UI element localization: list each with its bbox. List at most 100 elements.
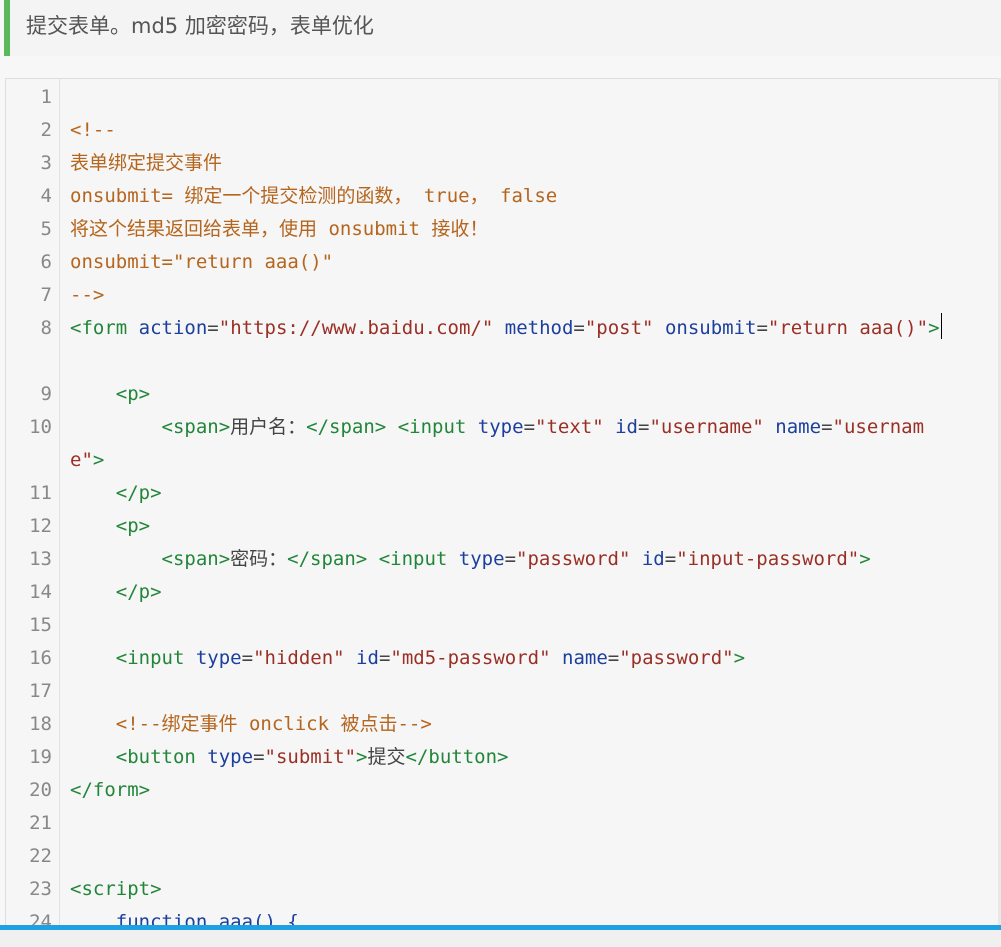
code-text: <p> [70, 510, 950, 543]
code-line: 21 [6, 807, 1001, 840]
code-text: <span>用户名：</span> <input type="text" id=… [70, 411, 950, 477]
code-token-str: "text" [535, 416, 604, 438]
code-text: <!--绑定事件 onclick 被点击--> [70, 708, 950, 741]
line-number: 5 [40, 218, 52, 240]
code-text: --> [70, 279, 950, 312]
code-line: 20 </form> [6, 774, 1001, 807]
code-token-comment: onsubmit= 绑定一个提交检测的函数， true， false [70, 185, 558, 207]
code-token-text: = [821, 416, 833, 438]
code-text: <span>密码：</span> <input type="password" … [70, 543, 950, 576]
line-number: 7 [40, 284, 52, 306]
code-token-tag: > [92, 449, 105, 471]
code-lines: 1 2 <!-- 3 表单绑定提交事件 4 onsubmit= 绑定一个提交检测的函数， t… [6, 81, 1001, 930]
line-number: 1 [40, 86, 52, 108]
code-token-tag: </form> [70, 779, 151, 801]
code-token-attr: method [504, 317, 574, 339]
code-block[interactable]: 1 2 <!-- 3 表单绑定提交事件 4 onsubmit= 绑定一个提交检测的函数， t… [5, 78, 1001, 931]
code-token-comment: 将这个结果返回给表单，使用 onsubmit 接收！ [70, 218, 489, 240]
line-number: 21 [29, 812, 52, 834]
code-line: 3 表单绑定提交事件 [6, 147, 1001, 180]
code-token-text: = [207, 317, 219, 339]
line-number: 10 [29, 416, 52, 438]
code-token-tag: <script> [70, 878, 162, 900]
line-number: 15 [29, 614, 52, 636]
code-token-attr: type [458, 548, 505, 570]
code-token-text: 密码： [230, 548, 288, 570]
line-number: 11 [29, 482, 52, 504]
code-token-str: "return aaa()" [767, 317, 929, 339]
line-number: 2 [40, 119, 52, 141]
code-token-tag: <p> [115, 515, 151, 537]
line-number: 19 [29, 746, 52, 768]
code-token-text: = [638, 416, 650, 438]
line-number: 9 [40, 383, 52, 405]
section-heading: 提交表单。md5 加密密码，表单优化 [4, 0, 1001, 56]
code-token-str: "username" [649, 416, 764, 438]
code-token-attr: onsubmit [664, 317, 757, 339]
code-token-str: "password" [619, 647, 734, 669]
heading-title: 提交表单。md5 加密密码，表单优化 [26, 14, 374, 38]
code-line: 16 <input type="hidden" id="md5-password… [6, 642, 1001, 675]
code-line: 8 <form action="https://www.baidu.com/" m… [6, 312, 1001, 378]
code-token-tag: <span> [161, 416, 231, 438]
code-token-tag: </span> [287, 548, 368, 570]
code-token-text: = [241, 647, 254, 669]
code-text: <script> [70, 873, 950, 906]
code-token-str: "post" [584, 317, 654, 339]
code-token-tag: > [733, 647, 746, 669]
code-token-tag: </p> [115, 482, 162, 504]
code-text: 将这个结果返回给表单，使用 onsubmit 接收！ [70, 213, 950, 246]
code-line: 23 <script> [6, 873, 1001, 906]
code-line: 10 <span>用户名：</span> <input type="text" … [6, 411, 1001, 477]
line-number: 18 [29, 713, 52, 735]
code-line: 14 </p> [6, 576, 1001, 609]
code-token-tag: > [859, 548, 871, 570]
code-token-tag: <form [70, 317, 128, 339]
code-token-attr: id [641, 548, 665, 570]
code-token-text: = [504, 548, 517, 570]
code-text: </p> [70, 477, 950, 510]
code-token-str: "submit" [264, 746, 357, 768]
code-token-text: 用户名： [230, 416, 307, 438]
code-token-text: 提交 [367, 746, 406, 768]
code-text: </p> [70, 576, 950, 609]
code-token-tag: </span> [306, 416, 387, 438]
code-token-tag: <button [115, 746, 196, 768]
code-token-attr: action [138, 317, 208, 339]
code-token-attr: name [562, 647, 608, 669]
line-number: 16 [29, 647, 52, 669]
code-token-comment: <!-- [70, 119, 116, 141]
code-line: 2 <!-- [6, 114, 1001, 147]
line-number: 12 [29, 515, 52, 537]
code-token-tag: <input [115, 647, 185, 669]
code-line: 7 --> [6, 279, 1001, 312]
code-text: </form> [70, 774, 950, 807]
line-number: 4 [40, 185, 52, 207]
code-line: 13 <span>密码：</span> <input type="passwor… [6, 543, 1001, 576]
code-text: onsubmit= 绑定一个提交检测的函数， true， false [70, 180, 950, 213]
code-token-text: = [573, 317, 585, 339]
code-line: 15 [6, 609, 1001, 642]
code-line: 19 <button type="submit">提交</button> [6, 741, 1001, 774]
text-caret [940, 313, 942, 339]
code-token-text: = [253, 746, 265, 768]
code-text: <form action="https://www.baidu.com/" me… [70, 312, 950, 345]
code-token-tag: <input [397, 416, 467, 438]
code-text: <p> [70, 378, 950, 411]
line-number: 13 [29, 548, 52, 570]
code-token-comment: <!--绑定事件 onclick 被点击--> [115, 713, 432, 735]
code-token-str: "input-password" [676, 548, 860, 570]
